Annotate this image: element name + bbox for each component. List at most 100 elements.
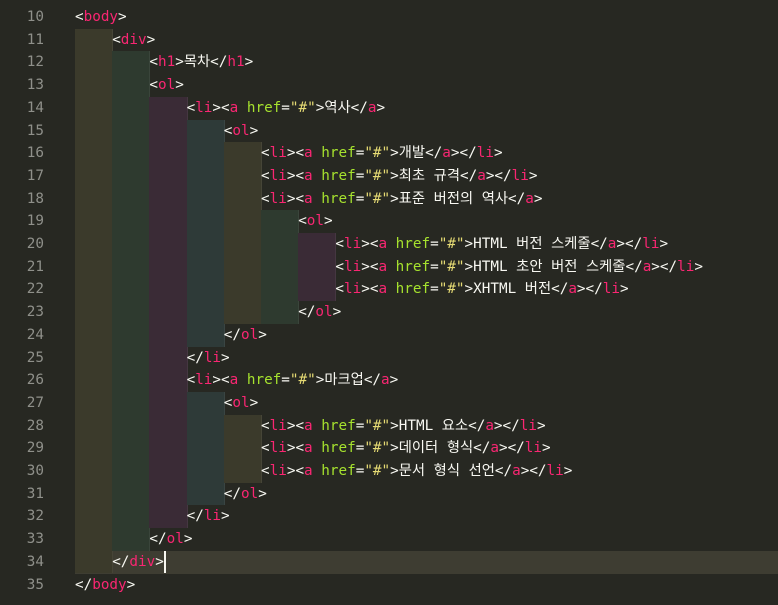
- code-line[interactable]: <ol>: [298, 210, 332, 233]
- punctuation: </: [363, 372, 382, 389]
- text-content: 마크업: [324, 372, 364, 389]
- code-line[interactable]: </li>: [187, 347, 230, 370]
- tag-name: a: [304, 145, 313, 162]
- code-line[interactable]: <ol>: [149, 74, 183, 97]
- line-number: 32: [26, 508, 44, 525]
- punctuation: [313, 145, 322, 161]
- punctuation: >: [542, 440, 551, 457]
- attribute-value: "#": [364, 145, 391, 162]
- punctuation: <: [261, 190, 270, 207]
- tag-name: li: [476, 145, 494, 162]
- punctuation: <: [75, 9, 84, 25]
- punctuation: >: [694, 258, 703, 275]
- punctuation: </: [186, 349, 204, 366]
- punctuation: >: [221, 508, 230, 525]
- code-line[interactable]: </ol>: [224, 483, 267, 506]
- code-line[interactable]: <div>: [112, 29, 155, 52]
- attribute-name: href: [246, 372, 282, 389]
- punctuation: </: [473, 440, 491, 457]
- punctuation: <: [261, 167, 270, 184]
- punctuation: [313, 168, 322, 184]
- tag-name: li: [344, 236, 362, 252]
- tag-name: li: [524, 440, 542, 457]
- tag-name: a: [304, 440, 313, 457]
- tag-name: div: [129, 553, 156, 570]
- line-number: 16: [26, 145, 44, 162]
- text-content: 개발: [398, 145, 426, 162]
- code-line[interactable]: <li><a href="#">역사</a>: [187, 97, 386, 120]
- attribute-name: href: [395, 258, 431, 275]
- code-line[interactable]: </ol>: [298, 301, 341, 324]
- code-line[interactable]: <li><a href="#">XHTML 버전</a></li>: [335, 278, 628, 301]
- tag-name: li: [519, 417, 537, 434]
- attribute-name: href: [321, 463, 356, 479]
- line-number: 11: [26, 31, 44, 48]
- line-number: 17: [26, 167, 44, 184]
- punctuation: </: [210, 54, 228, 71]
- text-content: 표준 버전의 역사: [398, 190, 509, 207]
- text-content: 최초 규격: [398, 167, 460, 184]
- code-line[interactable]: </ol>: [149, 528, 192, 551]
- punctuation: >: [249, 122, 259, 139]
- tag-name: li: [602, 281, 620, 298]
- punctuation: [238, 100, 247, 116]
- code-line[interactable]: </body>: [75, 574, 135, 597]
- text-cursor: [164, 550, 166, 573]
- punctuation: </: [494, 463, 513, 479]
- line-number: 35: [26, 576, 44, 593]
- tag-name: a: [304, 190, 313, 207]
- code-line[interactable]: </ol>: [224, 324, 267, 347]
- punctuation: <: [261, 417, 270, 434]
- code-line[interactable]: <h1>목차</h1>: [149, 51, 253, 74]
- code-line[interactable]: <li><a href="#">표준 버전의 역사</a>: [261, 188, 542, 211]
- punctuation: <: [261, 440, 270, 457]
- line-number: 27: [26, 394, 44, 411]
- code-line[interactable]: <li><a href="#">마크업</a>: [187, 369, 399, 392]
- punctuation: >: [390, 145, 399, 162]
- tag-name: body: [92, 576, 127, 593]
- punctuation: >: [464, 236, 474, 252]
- punctuation: >: [389, 372, 399, 389]
- attribute-name: href: [395, 281, 431, 298]
- code-line[interactable]: <li><a href="#">문서 형식 선언</a></li>: [261, 460, 572, 483]
- punctuation: [313, 418, 322, 434]
- tag-name: ol: [241, 485, 259, 502]
- code-line[interactable]: <body>: [75, 6, 127, 29]
- code-line[interactable]: </li>: [187, 505, 230, 528]
- code-line[interactable]: </div>: [112, 551, 164, 574]
- line-number: 12: [26, 54, 44, 71]
- code-line[interactable]: <ol>: [224, 392, 258, 415]
- punctuation: </: [112, 553, 130, 570]
- punctuation: <: [261, 463, 270, 479]
- line-number: 28: [26, 417, 44, 434]
- punctuation: <: [335, 236, 344, 252]
- punctuation: >: [244, 54, 254, 71]
- code-line[interactable]: <li><a href="#">데이터 형식</a></li>: [261, 437, 551, 460]
- punctuation: =: [281, 99, 290, 116]
- text-content: HTML 요소: [398, 417, 469, 434]
- indent-guide: [223, 414, 262, 483]
- code-line[interactable]: <li><a href="#">최초 규격</a></li>: [261, 165, 537, 188]
- code-line[interactable]: <ol>: [224, 120, 258, 143]
- tag-name: a: [304, 167, 313, 184]
- punctuation: <: [221, 99, 230, 116]
- attribute-value: "#": [364, 463, 391, 479]
- punctuation: [313, 463, 322, 479]
- punctuation: >: [212, 99, 222, 116]
- code-line[interactable]: <li><a href="#">HTML 버전 스케줄</a></li>: [335, 233, 668, 256]
- tag-name: a: [304, 463, 313, 479]
- line-number: 31: [26, 485, 44, 502]
- code-line[interactable]: <li><a href="#">HTML 요소</a></li>: [261, 415, 546, 438]
- active-line-highlight: [75, 550, 778, 574]
- punctuation: <: [149, 54, 158, 71]
- punctuation: [313, 440, 322, 456]
- line-number: 20: [26, 236, 44, 252]
- punctuation: [387, 281, 396, 297]
- indent-guide: [112, 51, 151, 551]
- punctuation: >: [361, 258, 370, 275]
- code-line[interactable]: <li><a href="#">개발</a></li>: [261, 142, 503, 165]
- tag-name: li: [642, 236, 660, 252]
- code-editor[interactable]: 10 11 12 13 14 15 16 17 18 19 20 21 22 23 24 25 26 27 28 29…: [0, 0, 778, 605]
- punctuation: >: [390, 417, 399, 434]
- code-line[interactable]: <li><a href="#">HTML 초안 버전 스케줄</a></li>: [335, 256, 703, 279]
